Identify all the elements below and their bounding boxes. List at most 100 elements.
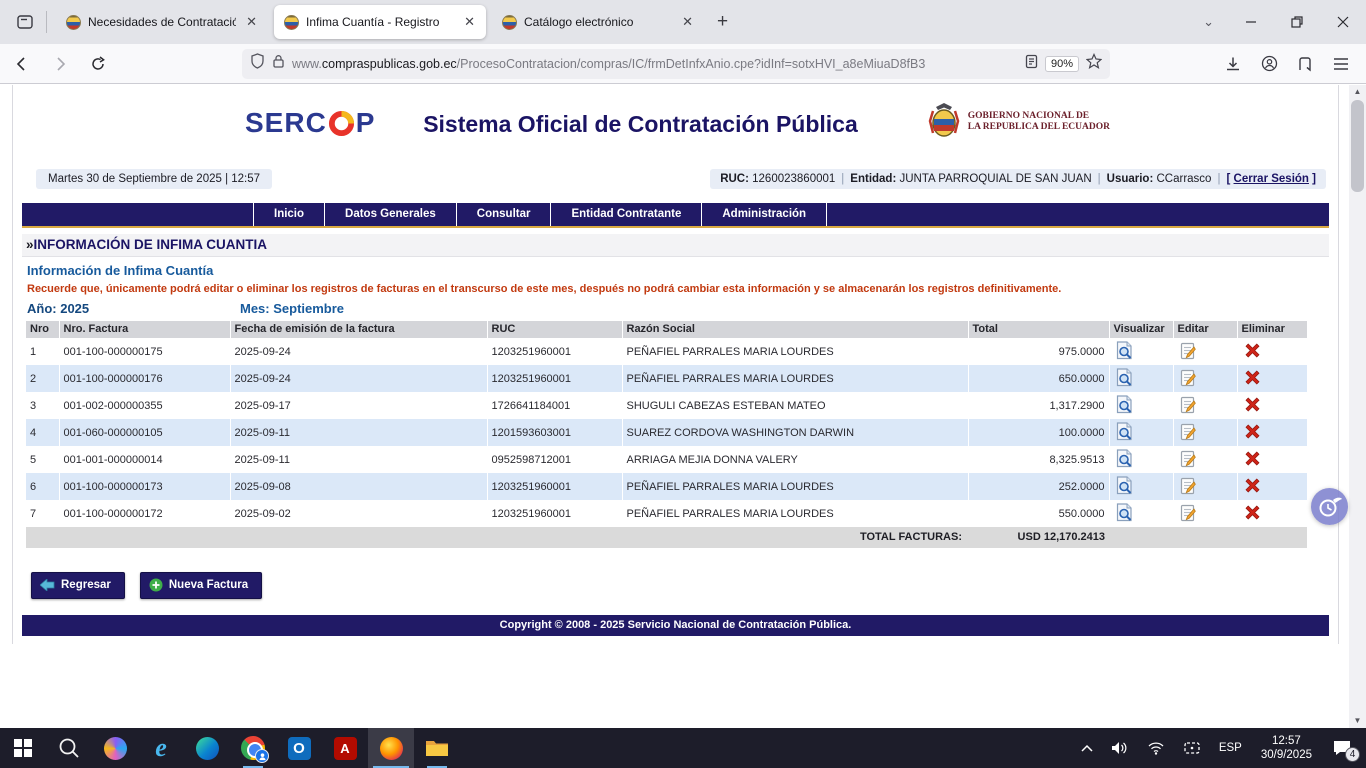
edge-icon[interactable] [184,728,230,768]
clock[interactable]: 12:57 30/9/2025 [1253,734,1320,762]
tray-chevron-icon[interactable] [1074,728,1100,768]
editar-button[interactable] [1180,450,1197,471]
cell-nro: 7 [26,500,59,527]
editar-button[interactable] [1180,477,1197,498]
reader-mode-icon[interactable] [1025,54,1038,74]
menu-item-datos-generales[interactable]: Datos Generales [324,203,456,226]
ecuador-coat-favicon-icon [66,15,81,30]
tab-catalogo[interactable]: Catálogo electrónico ✕ [492,5,704,39]
tab-infima-cuantia[interactable]: Infima Cuantía - Registro ✕ [274,5,486,39]
minimize-button[interactable] [1228,0,1274,44]
menu-hamburger-icon[interactable] [1328,51,1354,77]
visualizar-button[interactable] [1116,503,1133,525]
back-button[interactable] [6,49,38,79]
col-header-fecha: Fecha de emisión de la factura [230,321,487,338]
notification-center-icon[interactable]: 4 [1324,728,1366,768]
cell-factura: 001-001-000000014 [59,446,230,473]
tab-close-icon[interactable]: ✕ [679,14,696,30]
editar-button[interactable] [1180,369,1197,390]
cell-total: 650.0000 [968,365,1109,392]
forward-button[interactable] [44,49,76,79]
screen: Necesidades de Contratación y ✕ Infima C… [0,0,1366,768]
table-row: 2 001-100-000000176 2025-09-24 120325196… [26,365,1307,392]
menu-item-consultar[interactable]: Consultar [456,203,551,226]
scroll-down-icon[interactable]: ▼ [1349,714,1366,728]
menu-item-inicio[interactable]: Inicio [253,203,324,226]
table-row: 1 001-100-000000175 2025-09-24 120325196… [26,338,1307,365]
winged-clock-icon [1317,494,1343,520]
cell-fecha: 2025-09-11 [230,446,487,473]
preview-document-icon [1116,341,1133,360]
downloads-icon[interactable] [1220,51,1246,77]
logout-link[interactable]: Cerrar Sesión [1234,173,1309,185]
breadcrumb: »INFORMACIÓN DE INFIMA CUANTIA [22,234,1329,257]
tab-close-icon[interactable]: ✕ [461,14,478,30]
floating-clock-widget[interactable] [1311,488,1348,525]
ecuador-coat-favicon-icon [502,15,517,30]
editar-button[interactable] [1180,396,1197,417]
table-row: 7 001-100-000000172 2025-09-02 120325196… [26,500,1307,527]
visualizar-button[interactable] [1116,449,1133,471]
list-all-tabs-icon[interactable]: ⌄ [1189,14,1228,30]
url-text[interactable]: www.compraspublicas.gob.ec/ProcesoContra… [292,57,1018,71]
url-bar[interactable]: www.compraspublicas.gob.ec/ProcesoContra… [242,49,1110,79]
new-tab-button[interactable]: + [707,9,738,35]
scrollbar-thumb[interactable] [1351,100,1364,192]
bookmark-star-icon[interactable] [1086,53,1102,74]
file-explorer-icon[interactable] [414,728,460,768]
acrobat-icon[interactable]: A [322,728,368,768]
invoice-table: Nro Nro. Factura Fecha de emisión de la … [26,321,1308,548]
chrome-icon[interactable] [230,728,276,768]
lock-icon[interactable] [272,54,285,74]
col-header-total: Total [968,321,1109,338]
wifi-icon[interactable] [1140,728,1172,768]
page-zoom-badge[interactable]: 90% [1045,56,1079,72]
visualizar-button[interactable] [1116,476,1133,498]
eliminar-button[interactable] [1244,450,1261,470]
period-row: Año: 2025 Mes: Septiembre [27,301,1338,317]
search-icon[interactable] [46,728,92,768]
extensions-icon[interactable] [1292,51,1318,77]
editar-button[interactable] [1180,504,1197,525]
visualizar-button[interactable] [1116,341,1133,363]
eliminar-button[interactable] [1244,396,1261,416]
regresar-button[interactable]: Regresar [31,572,125,599]
tab-close-icon[interactable]: ✕ [243,14,260,30]
menu-item-administración[interactable]: Administración [701,203,827,226]
start-button[interactable] [0,728,46,768]
outlook-icon[interactable]: O [276,728,322,768]
copilot-icon[interactable] [92,728,138,768]
visualizar-button[interactable] [1116,395,1133,417]
tracking-shield-icon[interactable] [250,53,265,74]
firefox-view-icon[interactable] [10,7,40,37]
visualizar-button[interactable] [1116,368,1133,390]
scroll-up-icon[interactable]: ▲ [1349,85,1366,99]
eliminar-button[interactable] [1244,369,1261,389]
editar-button[interactable] [1180,342,1197,363]
eliminar-button[interactable] [1244,504,1261,524]
nueva-factura-button[interactable]: Nueva Factura [140,572,262,599]
tab-necesidades[interactable]: Necesidades de Contratación y ✕ [56,5,268,39]
eliminar-button[interactable] [1244,423,1261,443]
account-icon[interactable] [1256,51,1282,77]
editar-button[interactable] [1180,423,1197,444]
tab-title: Catálogo electrónico [524,15,672,29]
internet-explorer-icon[interactable]: e [138,728,184,768]
firefox-icon[interactable] [368,728,414,768]
cell-total: 252.0000 [968,473,1109,500]
eliminar-button[interactable] [1244,477,1261,497]
cast-icon[interactable] [1176,728,1208,768]
page-viewport: SERC P Sistema Oficial de Contratación P… [0,85,1366,728]
visualizar-button[interactable] [1116,422,1133,444]
cell-ruc: 1203251960001 [487,338,622,365]
col-header-eliminar: Eliminar [1237,321,1307,338]
restore-button[interactable] [1274,0,1320,44]
reload-button[interactable] [82,49,114,79]
vertical-scrollbar[interactable]: ▲ ▼ [1349,85,1366,728]
close-window-button[interactable] [1320,0,1366,44]
menu-item-entidad-contratante[interactable]: Entidad Contratante [550,203,701,226]
cell-razon: PEÑAFIEL PARRALES MARIA LOURDES [622,473,968,500]
language-indicator[interactable]: ESP [1212,728,1249,768]
eliminar-button[interactable] [1244,342,1261,362]
volume-icon[interactable] [1104,728,1136,768]
